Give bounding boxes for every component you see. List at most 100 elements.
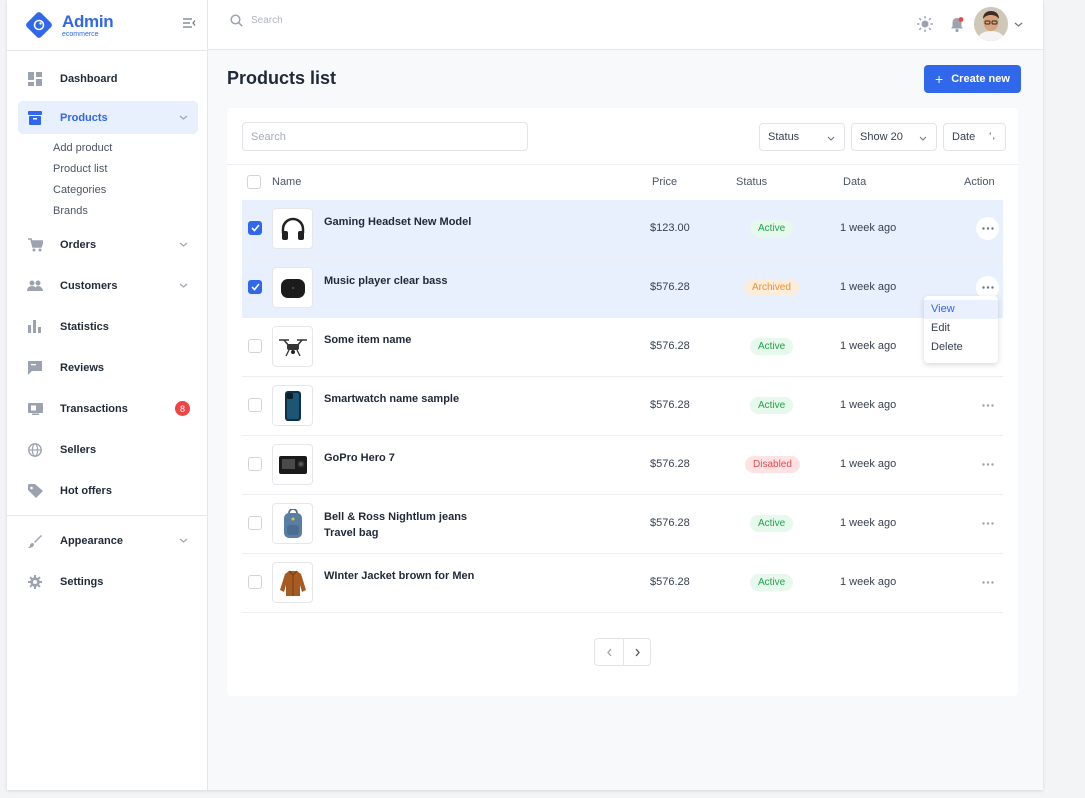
sidebar-item-appearance[interactable]: Appearance (18, 524, 198, 557)
avatar-image (974, 7, 1008, 41)
menu-item-view[interactable]: View (924, 300, 998, 319)
sidebar-item-label: Statistics (60, 320, 109, 333)
create-new-button[interactable]: + Create new (924, 65, 1021, 93)
date-sort-select[interactable]: Date (943, 123, 1006, 151)
product-date: 1 week ago (840, 281, 897, 293)
product-name[interactable]: WInter Jacket brown for Men (324, 568, 494, 584)
select-all-checkbox[interactable] (247, 175, 261, 189)
products-submenu: Add product Product list Categories Bran… (53, 138, 112, 222)
submenu-brands[interactable]: Brands (53, 201, 112, 222)
sidebar-item-products[interactable]: Products (18, 101, 198, 134)
notification-bell-icon[interactable] (947, 14, 967, 34)
product-date: 1 week ago (840, 517, 897, 529)
row-checkbox[interactable] (248, 221, 262, 235)
brand-logo[interactable]: Admin ecommerce (23, 10, 114, 40)
header-search-input[interactable] (251, 15, 451, 26)
theme-toggle-sun-icon[interactable] (915, 14, 935, 34)
product-price: $576.28 (650, 458, 690, 470)
sidebar-item-transactions[interactable]: Transactions 8 (18, 392, 198, 425)
header-search[interactable] (230, 14, 451, 27)
bar-chart-icon (27, 319, 43, 335)
row-checkbox[interactable] (248, 575, 262, 589)
chevron-down-icon[interactable] (1014, 20, 1023, 29)
row-action-menu-button[interactable] (976, 512, 999, 535)
show-count-select[interactable]: Show 20 (851, 123, 937, 151)
jacket-image (279, 570, 306, 596)
checkmark-icon (250, 283, 260, 291)
row-checkbox[interactable] (248, 457, 262, 471)
sidebar-item-dashboard[interactable]: Dashboard (18, 62, 198, 95)
app-frame: Admin ecommerce Dashboard Products Add p… (7, 0, 1043, 790)
brush-icon (27, 533, 43, 549)
product-date: 1 week ago (840, 399, 897, 411)
sidebar-item-orders[interactable]: Orders (18, 228, 198, 261)
product-date: 1 week ago (840, 576, 897, 588)
row-checkbox[interactable] (248, 280, 262, 294)
chevron-down-icon (179, 242, 188, 247)
show-count-value: Show 20 (860, 131, 903, 143)
status-badge: Active (750, 338, 794, 355)
chevron-left-icon (606, 648, 611, 656)
product-price: $576.28 (650, 576, 690, 588)
menu-item-edit[interactable]: Edit (924, 319, 998, 338)
row-checkbox[interactable] (248, 339, 262, 353)
submenu-add-product[interactable]: Add product (53, 138, 112, 159)
sidebar-divider (7, 515, 208, 516)
product-name[interactable]: Some item name (324, 332, 494, 348)
sidebar-item-statistics[interactable]: Statistics (18, 310, 198, 343)
more-horizontal-icon (981, 227, 994, 230)
chevron-down-icon (179, 283, 188, 288)
brand-diamond-icon (26, 12, 52, 38)
phone-image (284, 390, 301, 421)
table-row[interactable]: Music player clear bass $576.28 Archived… (242, 259, 1003, 318)
user-avatar[interactable] (974, 7, 1008, 41)
pagination-next-button[interactable] (623, 638, 651, 666)
row-checkbox[interactable] (248, 398, 262, 412)
camera-image (278, 455, 307, 474)
table-row[interactable]: GoPro Hero 7 $576.28 Disabled 1 week ago (242, 436, 1003, 495)
row-checkbox[interactable] (248, 516, 262, 530)
table-row[interactable]: Smartwatch name sample $576.28 Active 1 … (242, 377, 1003, 436)
product-name[interactable]: Music player clear bass (324, 273, 494, 289)
submenu-categories[interactable]: Categories (53, 180, 112, 201)
submenu-product-list[interactable]: Product list (53, 159, 112, 180)
table-row[interactable]: WInter Jacket brown for Men $576.28 Acti… (242, 554, 1003, 613)
search-icon (230, 14, 243, 27)
product-price: $576.28 (650, 399, 690, 411)
product-name[interactable]: Bell & Ross Nightlum jeans Travel bag (324, 509, 494, 541)
brand-subtitle: ecommerce (62, 30, 99, 38)
product-date: 1 week ago (840, 222, 897, 234)
row-action-menu-button[interactable] (976, 453, 999, 476)
table-row[interactable]: Gaming Headset New Model $123.00 Active … (242, 200, 1003, 259)
row-action-menu-button[interactable] (976, 571, 999, 594)
table-row[interactable]: Bell & Ross Nightlum jeans Travel bag $5… (242, 495, 1003, 554)
product-name[interactable]: Gaming Headset New Model (324, 214, 494, 230)
drone-image (278, 338, 307, 356)
sidebar-item-hot-offers[interactable]: Hot offers (18, 474, 198, 507)
column-header-data: Data (843, 176, 867, 188)
row-action-menu-button[interactable] (976, 217, 999, 240)
pagination-prev-button[interactable] (594, 638, 623, 666)
column-header-name: Name (272, 176, 302, 188)
table-row[interactable]: Some item name $576.28 Active 1 week ago (242, 318, 1003, 377)
more-horizontal-icon (981, 404, 994, 407)
chevron-right-icon (635, 648, 640, 656)
sidebar-item-sellers[interactable]: Sellers (18, 433, 198, 466)
row-action-menu-button[interactable] (976, 394, 999, 417)
status-filter-select[interactable]: Status (759, 123, 845, 151)
product-search-input[interactable] (242, 122, 528, 151)
sidebar-item-reviews[interactable]: Reviews (18, 351, 198, 384)
sidebar-item-label: Products (60, 111, 108, 124)
top-header (208, 0, 1043, 50)
sidebar-item-label: Customers (60, 279, 118, 292)
menu-collapse-icon[interactable] (181, 15, 197, 31)
column-header-status: Status (736, 176, 768, 188)
sidebar-item-customers[interactable]: Customers (18, 269, 198, 302)
menu-item-delete[interactable]: Delete (924, 338, 998, 357)
product-name[interactable]: GoPro Hero 7 (324, 450, 494, 466)
tag-icon (27, 483, 43, 499)
product-name[interactable]: Smartwatch name sample (324, 391, 494, 407)
sidebar-item-settings[interactable]: Settings (18, 565, 198, 598)
sidebar-divider (7, 50, 208, 51)
status-badge: Active (750, 220, 794, 237)
